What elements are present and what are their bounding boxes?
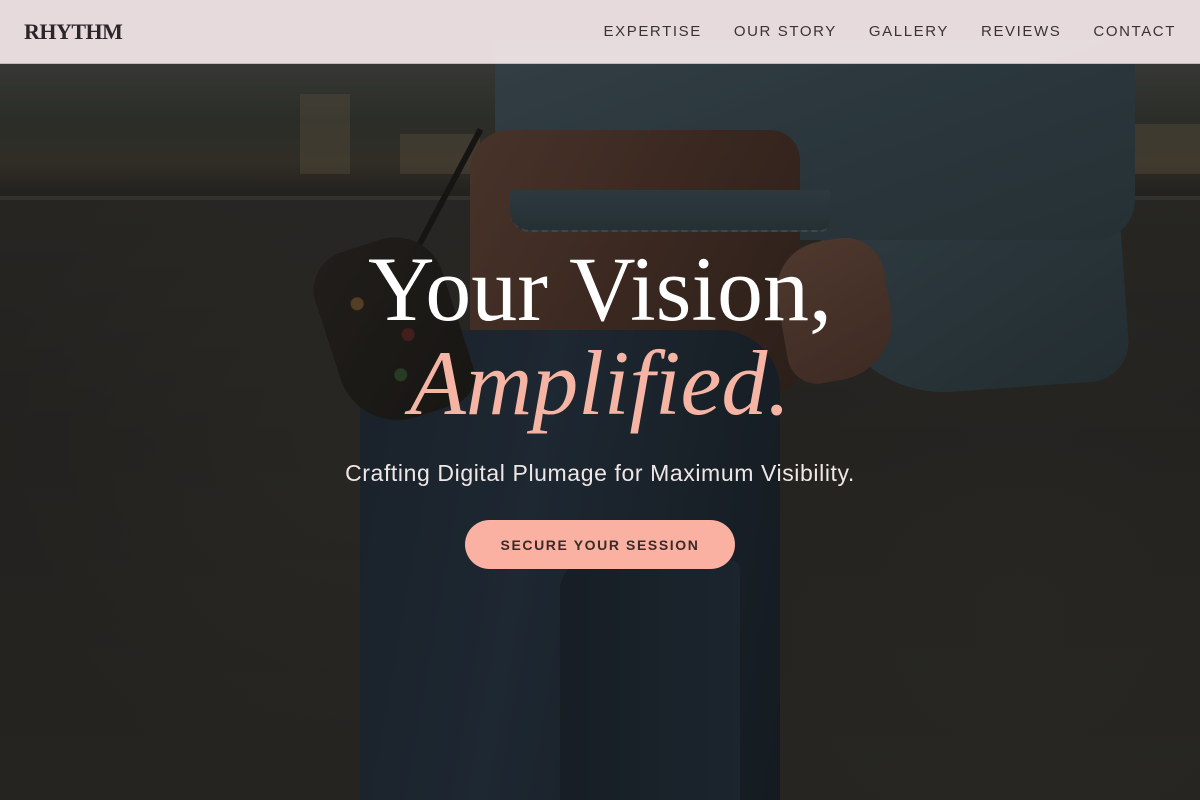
- headline-line-2: Amplified.: [409, 332, 791, 434]
- nav-link-reviews[interactable]: REVIEWS: [981, 23, 1061, 40]
- nav-link-contact[interactable]: CONTACT: [1093, 23, 1176, 40]
- nav-link-gallery[interactable]: GALLERY: [869, 23, 949, 40]
- page: RHYTHM EXPERTISE OUR STORY GALLERY REVIE…: [0, 0, 1200, 800]
- main-nav: EXPERTISE OUR STORY GALLERY REVIEWS CONT…: [604, 23, 1176, 40]
- hero-tagline: Crafting Digital Plumage for Maximum Vis…: [345, 460, 855, 486]
- headline-line-1: Your Vision,: [367, 238, 833, 340]
- hero-headline: Your Vision, Amplified.: [0, 242, 1200, 430]
- logo[interactable]: RHYTHM: [24, 19, 123, 45]
- nav-link-expertise[interactable]: EXPERTISE: [604, 23, 702, 40]
- secure-session-button[interactable]: SECURE YOUR SESSION: [465, 520, 735, 569]
- hero-section: Your Vision, Amplified. Crafting Digital…: [0, 0, 1200, 800]
- nav-link-our-story[interactable]: OUR STORY: [734, 23, 837, 40]
- site-header: RHYTHM EXPERTISE OUR STORY GALLERY REVIE…: [0, 0, 1200, 64]
